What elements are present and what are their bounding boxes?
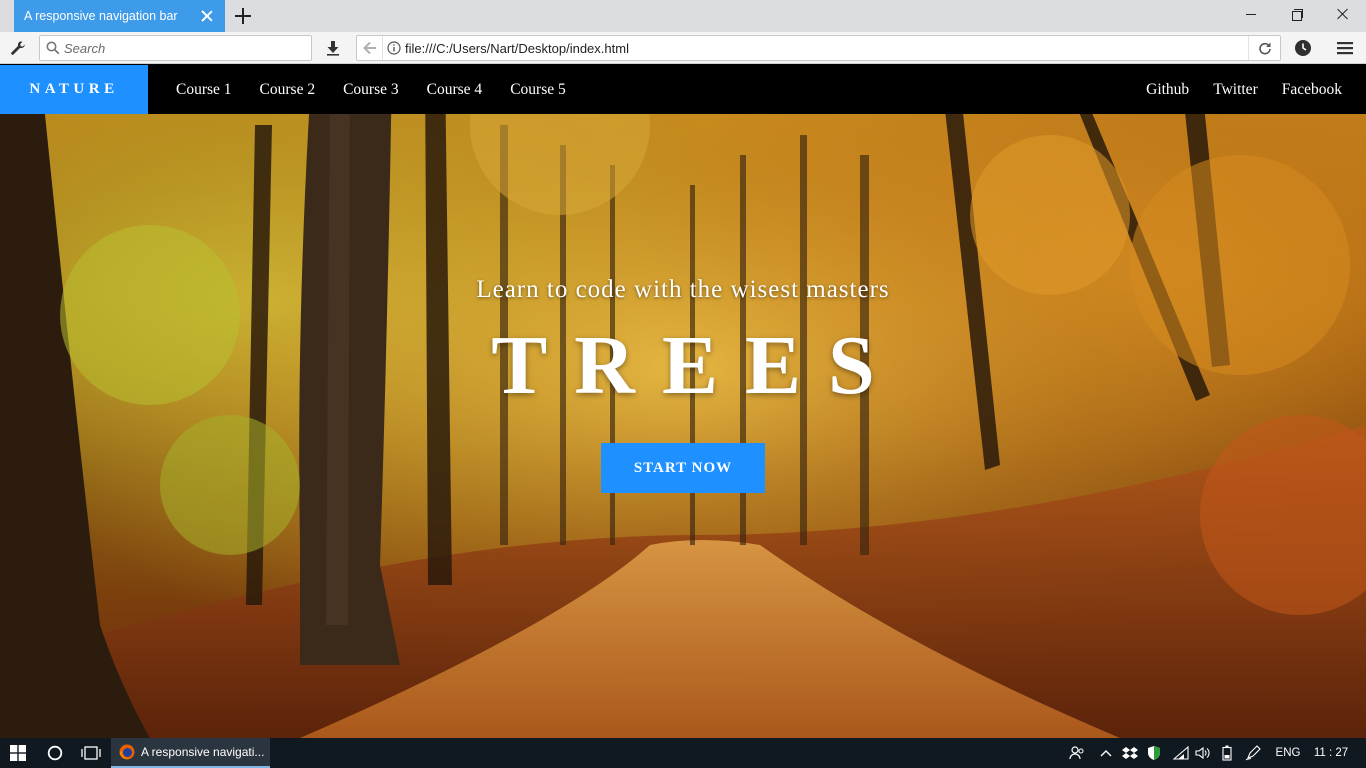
brand-logo-link[interactable]: NATURE — [0, 65, 148, 114]
hero-section: Learn to code with the wisest masters TR… — [0, 65, 1366, 738]
nav-link-course-5[interactable]: Course 5 — [496, 81, 580, 99]
search-input[interactable] — [64, 40, 284, 56]
taskbar-clock[interactable]: 11 : 27 — [1308, 738, 1354, 768]
download-icon[interactable] — [322, 32, 344, 64]
start-now-button[interactable]: START NOW — [601, 443, 765, 493]
search-icon — [46, 41, 60, 55]
reload-icon[interactable] — [1248, 36, 1280, 60]
site-navbar: NATURE Course 1 Course 2 Course 3 Course… — [0, 65, 1366, 114]
info-icon[interactable] — [383, 41, 405, 55]
menu-icon[interactable] — [1332, 32, 1358, 64]
wifi-icon[interactable] — [1170, 738, 1192, 768]
nav-link-course-1[interactable]: Course 1 — [162, 81, 246, 99]
hero-title: TREES — [491, 319, 902, 412]
close-tab-icon[interactable] — [199, 8, 215, 24]
dropbox-icon[interactable] — [1120, 738, 1140, 768]
firefox-icon — [119, 744, 135, 760]
search-bar[interactable] — [39, 35, 312, 61]
window-minimize-button[interactable] — [1228, 0, 1274, 30]
nav-social: Github Twitter Facebook — [1134, 65, 1366, 114]
windows-taskbar: A responsive navigati... ENG 11 : 27 — [0, 738, 1366, 768]
new-tab-plus-icon[interactable] — [233, 6, 253, 26]
shield-icon[interactable] — [1144, 738, 1164, 768]
battery-icon[interactable] — [1216, 738, 1238, 768]
nav-link-facebook[interactable]: Facebook — [1270, 81, 1366, 99]
nav-courses: Course 1 Course 2 Course 3 Course 4 Cour… — [162, 65, 580, 114]
people-icon[interactable] — [1066, 738, 1088, 768]
window-restore-button[interactable] — [1274, 0, 1320, 30]
language-indicator[interactable]: ENG — [1270, 738, 1306, 768]
volume-icon[interactable] — [1192, 738, 1214, 768]
browser-tab-bar: A responsive navigation bar — [0, 0, 1366, 32]
nav-link-course-4[interactable]: Course 4 — [413, 81, 497, 99]
address-bar[interactable]: file:///C:/Users/Nart/Desktop/index.html — [356, 35, 1281, 61]
taskbar-app-firefox[interactable]: A responsive navigati... — [111, 738, 270, 768]
chevron-up-icon[interactable] — [1096, 738, 1116, 768]
back-arrow-icon[interactable] — [357, 36, 383, 60]
web-page: NATURE Course 1 Course 2 Course 3 Course… — [0, 65, 1366, 738]
windows-start-icon[interactable] — [0, 738, 36, 768]
url-text[interactable]: file:///C:/Users/Nart/Desktop/index.html — [405, 41, 1248, 56]
nav-link-twitter[interactable]: Twitter — [1201, 81, 1270, 99]
browser-tab-active[interactable]: A responsive navigation bar — [14, 0, 225, 32]
browser-toolbar: file:///C:/Users/Nart/Desktop/index.html — [0, 32, 1366, 64]
nav-link-github[interactable]: Github — [1134, 81, 1201, 99]
task-view-icon[interactable] — [74, 738, 108, 768]
tab-title: A responsive navigation bar — [24, 9, 178, 23]
taskbar-app-label: A responsive navigati... — [141, 745, 265, 759]
nav-link-course-2[interactable]: Course 2 — [246, 81, 330, 99]
cortana-icon[interactable] — [38, 738, 72, 768]
hero-subtitle: Learn to code with the wisest masters — [476, 276, 890, 303]
pen-icon[interactable] — [1242, 738, 1264, 768]
history-icon[interactable] — [1290, 32, 1316, 64]
nav-link-course-3[interactable]: Course 3 — [329, 81, 413, 99]
wrench-icon[interactable] — [6, 32, 30, 64]
window-close-button[interactable] — [1320, 0, 1366, 30]
